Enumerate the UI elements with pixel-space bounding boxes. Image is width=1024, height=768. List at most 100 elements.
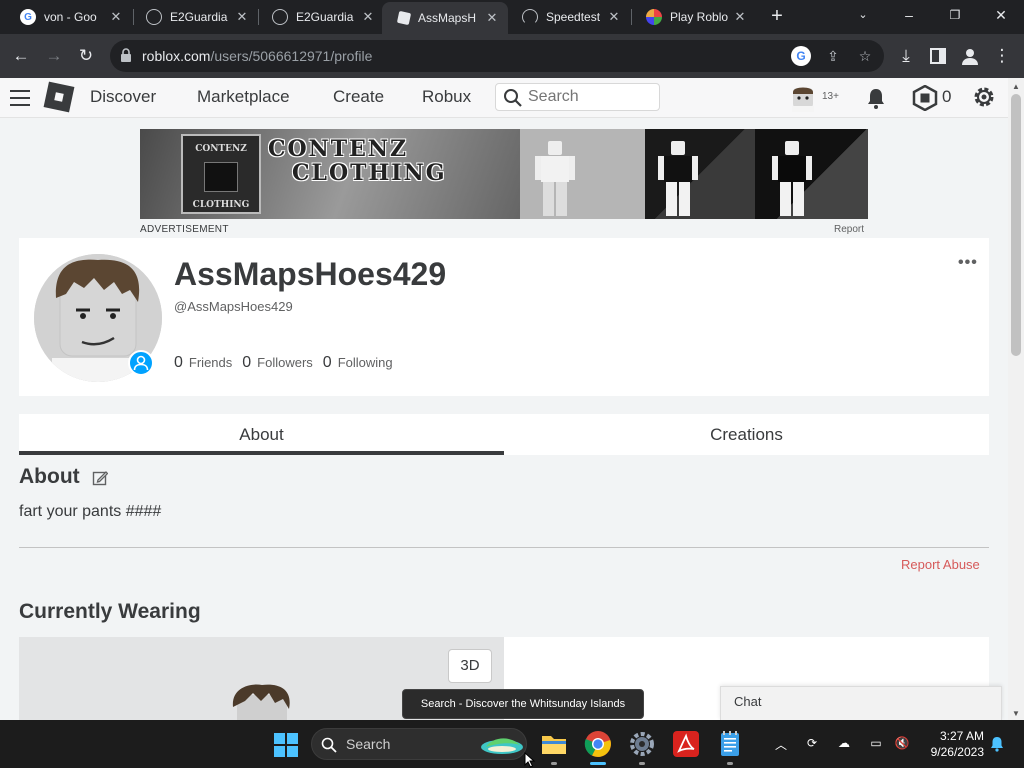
tab-title: AssMapsH [418, 11, 477, 25]
search-box[interactable] [495, 83, 660, 111]
profile-tabs: About Creations [19, 414, 989, 455]
edit-icon[interactable] [92, 470, 108, 486]
roblox-navbar: Discover Marketplace Create Robux 13+ 0 [0, 78, 1008, 118]
search-tooltip: Search - Discover the Whitsunday Islands [402, 689, 644, 719]
nav-discover[interactable]: Discover [90, 87, 156, 107]
nav-robux[interactable]: Robux [422, 87, 471, 107]
report-abuse-link[interactable]: Report Abuse [901, 557, 980, 572]
notepad-icon[interactable] [716, 730, 744, 758]
sync-icon[interactable]: ⟳ [803, 736, 821, 752]
nav-marketplace[interactable]: Marketplace [197, 87, 290, 107]
url-text[interactable]: roblox.com/users/5066612971/profile [142, 48, 372, 64]
roblox-logo[interactable] [43, 81, 75, 113]
mouse-cursor-icon [524, 752, 536, 768]
taskbar-search-label: Search [346, 736, 391, 752]
google-lens-icon[interactable]: G [791, 46, 811, 66]
notification-bell-icon[interactable] [864, 86, 888, 110]
reload-button[interactable]: ↻ [73, 43, 99, 69]
settings-icon[interactable] [628, 730, 656, 758]
tray-overflow-chevron-icon[interactable]: ︿ [772, 736, 790, 752]
forward-button[interactable]: → [41, 43, 67, 69]
close-icon[interactable]: ✕ [108, 9, 124, 25]
close-icon[interactable]: ✕ [732, 9, 748, 25]
scrollbar-thumb[interactable] [1011, 94, 1021, 356]
browser-tab-strip: G von - Goo ✕ E2Guardia ✕ E2Guardia ✕ As… [0, 0, 1024, 34]
bookmark-star-icon[interactable]: ☆ [855, 46, 875, 66]
robux-icon[interactable] [912, 85, 938, 111]
minimize-button[interactable]: – [894, 4, 924, 28]
cloud-info-icon[interactable]: ☁ [835, 736, 853, 752]
close-icon[interactable]: ✕ [606, 9, 622, 25]
tab-title: E2Guardia [296, 10, 354, 24]
windows-start-icon[interactable] [274, 733, 298, 757]
profile-icon[interactable] [957, 43, 983, 69]
acrobat-icon[interactable] [672, 730, 700, 758]
browser-tab-google[interactable]: G von - Goo ✕ [4, 0, 132, 34]
ad-report-link[interactable]: Report [834, 224, 864, 235]
running-indicator [727, 762, 733, 765]
browser-tab-profile[interactable]: AssMapsH ✕ [382, 2, 508, 34]
ad-avatar-figure [535, 141, 575, 216]
lock-icon [121, 48, 131, 62]
globe-icon [272, 9, 288, 25]
following-stat[interactable]: 0 Following [323, 354, 393, 372]
scroll-down-arrow-icon[interactable]: ▼ [1012, 709, 1020, 718]
volume-muted-icon[interactable]: 🔇 [893, 736, 911, 752]
tab-search-button[interactable]: ⌄ [848, 4, 878, 28]
browser-tab-play-roblox[interactable]: Play Roblo ✕ [630, 0, 756, 34]
browser-menu-icon[interactable]: ⋮ [989, 43, 1015, 69]
ad-avatar-figure [772, 141, 812, 216]
close-icon[interactable]: ✕ [484, 10, 500, 26]
search-icon [504, 89, 522, 107]
section-divider [19, 547, 989, 548]
profile-display-name: AssMapsHoes429 [174, 256, 447, 292]
chat-panel[interactable]: Chat [720, 686, 1002, 720]
chrome-icon[interactable] [584, 730, 612, 758]
window-close-button[interactable]: ✕ [986, 4, 1016, 28]
age-badge: 13+ [822, 91, 839, 102]
back-button[interactable]: ← [8, 43, 34, 69]
display-icon[interactable]: ▭ [867, 736, 885, 752]
friends-stat[interactable]: 0 Friends [174, 354, 232, 372]
share-icon[interactable]: ⇪ [823, 46, 843, 66]
about-description: fart your pants #### [19, 503, 162, 520]
system-clock[interactable]: 3:27 AM 9/26/2023 [918, 728, 984, 760]
islands-highlight-icon [481, 738, 523, 754]
side-panel-icon[interactable] [925, 43, 951, 69]
more-options-icon[interactable]: ••• [958, 254, 978, 272]
tab-creations[interactable]: Creations [504, 414, 989, 455]
download-icon[interactable]: ⤓ [893, 43, 919, 69]
tab-about[interactable]: About [19, 414, 504, 455]
clock-time: 3:27 AM [939, 729, 984, 743]
running-indicator [639, 762, 645, 765]
followers-stat[interactable]: 0 Followers [242, 354, 313, 372]
scroll-up-arrow-icon[interactable]: ▲ [1012, 82, 1020, 91]
browser-tab-speedtest[interactable]: Speedtest ✕ [506, 0, 630, 34]
advertisement-label: ADVERTISEMENT [140, 224, 229, 235]
notification-bell-icon[interactable] [989, 736, 1005, 752]
new-tab-button[interactable]: + [766, 6, 788, 28]
profile-username: @AssMapsHoes429 [174, 299, 293, 314]
nav-create[interactable]: Create [333, 87, 384, 107]
toggle-3d-button[interactable]: 3D [448, 649, 492, 683]
page-scrollbar[interactable]: ▲ ▼ [1008, 78, 1024, 720]
profile-header-card [19, 238, 989, 396]
close-icon[interactable]: ✕ [234, 9, 250, 25]
file-explorer-icon[interactable] [540, 730, 568, 758]
close-icon[interactable]: ✕ [360, 9, 376, 25]
menu-icon[interactable] [10, 90, 30, 106]
restore-button[interactable]: ❐ [940, 4, 970, 28]
speedtest-icon [522, 9, 538, 25]
advertisement-banner[interactable]: CONTENZ CLOTHING CONTENZ CLOTHING [140, 129, 868, 219]
user-avatar[interactable] [790, 84, 816, 112]
roblox-play-icon [646, 9, 662, 25]
browser-tab-e2guardian-1[interactable]: E2Guardia ✕ [130, 0, 258, 34]
tab-title: E2Guardia [170, 10, 228, 24]
address-bar[interactable]: roblox.com/users/5066612971/profile G ⇪ … [110, 40, 884, 72]
ad-headline: CONTENZ CLOTHING [268, 136, 447, 186]
ad-logo: CONTENZ CLOTHING [181, 134, 261, 214]
taskbar-search-box[interactable]: Search [311, 728, 527, 760]
browser-tab-e2guardian-2[interactable]: E2Guardia ✕ [256, 0, 384, 34]
gear-icon[interactable] [971, 84, 997, 110]
search-input[interactable] [526, 87, 651, 107]
